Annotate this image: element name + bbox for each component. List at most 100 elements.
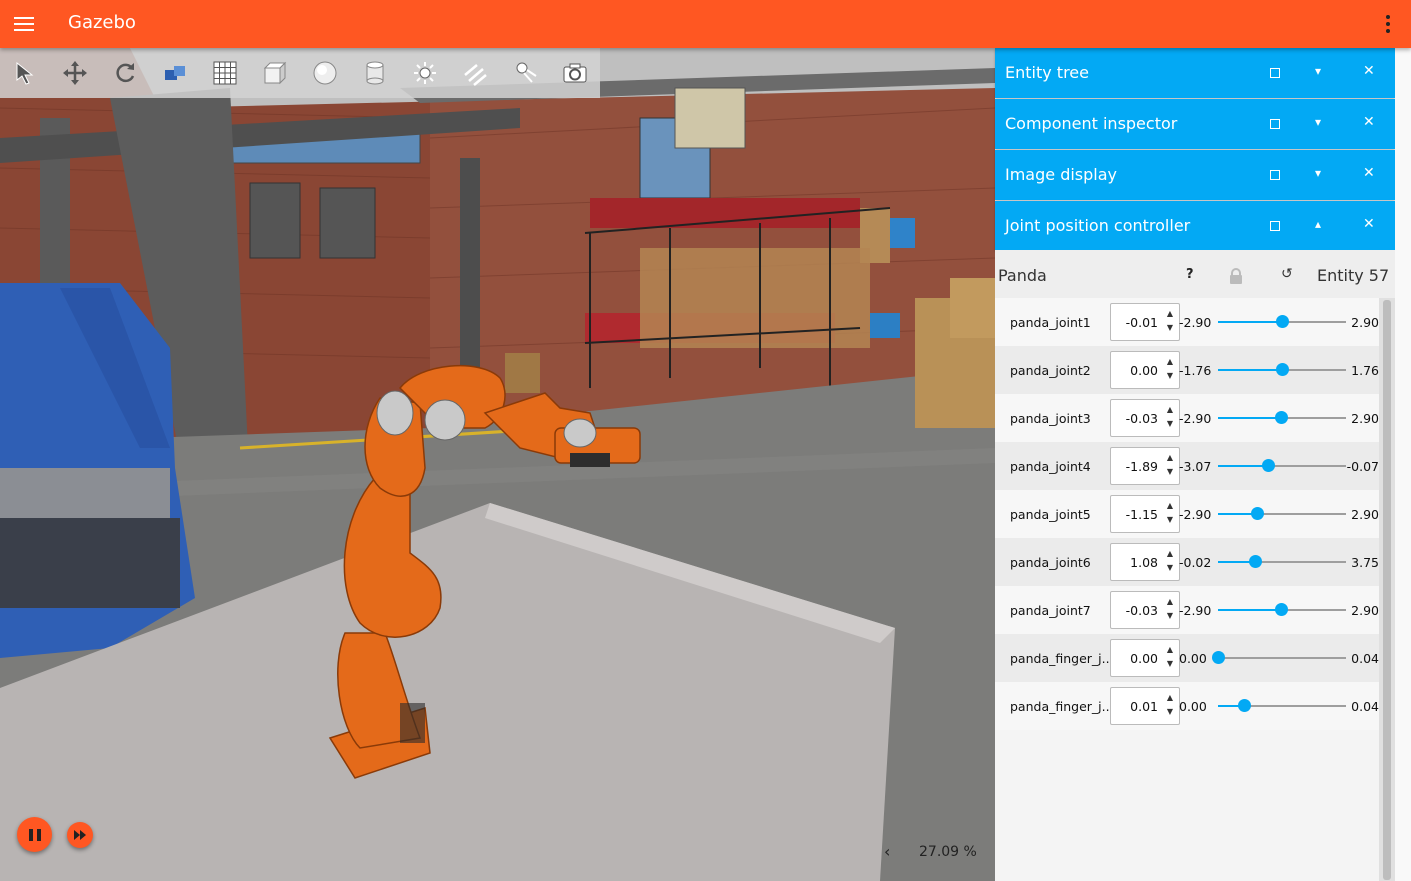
increment-icon[interactable]: ▲ (1167, 597, 1173, 606)
scrollbar-thumb[interactable] (1383, 300, 1391, 880)
sphere-tool-button[interactable] (300, 48, 350, 98)
joint-value-spinbox[interactable]: 0.01 ▲ ▼ (1110, 687, 1180, 725)
collapse-toggle-icon[interactable]: ▾ (1315, 115, 1321, 129)
rotate-icon (116, 63, 135, 83)
slider-handle[interactable] (1262, 459, 1276, 472)
maximize-icon[interactable] (1268, 66, 1282, 80)
select-tool-button[interactable] (0, 48, 50, 98)
maximize-icon[interactable] (1268, 168, 1282, 182)
joint-name: panda_joint1 (1010, 315, 1091, 330)
increment-icon[interactable]: ▲ (1167, 405, 1173, 414)
slider-handle[interactable] (1212, 651, 1225, 664)
joint-value-spinbox[interactable]: 1.08 ▲ ▼ (1110, 543, 1180, 581)
joint-row: panda_joint2 0.00 ▲ ▼ -1.76 1.76 (995, 346, 1379, 394)
decrement-icon[interactable]: ▼ (1167, 515, 1173, 524)
slider-handle[interactable] (1275, 315, 1289, 328)
collapse-toggle-icon[interactable]: ▾ (1315, 64, 1321, 78)
joint-value-spinbox[interactable]: -0.03 ▲ ▼ (1110, 591, 1180, 629)
grid-tool-button[interactable] (200, 48, 250, 98)
more-vert-icon[interactable] (1385, 14, 1391, 34)
joint-max: -0.07 (1346, 459, 1379, 474)
increment-icon[interactable]: ▲ (1167, 309, 1173, 318)
collapse-toggle-icon[interactable]: ▴ (1315, 217, 1321, 231)
slider-handle[interactable] (1275, 411, 1289, 424)
joint-value: 0.01 (1130, 699, 1158, 714)
joint-row: panda_joint4 -1.89 ▲ ▼ -3.07 -0.07 (995, 442, 1379, 490)
panel-bar[interactable]: Joint position controller ▴ ✕ (995, 201, 1395, 251)
joint-slider[interactable] (1218, 603, 1346, 616)
panel-bar[interactable]: Entity tree ▾ ✕ (995, 48, 1395, 98)
app-title: Gazebo (68, 12, 136, 33)
maximize-icon[interactable] (1268, 117, 1282, 131)
spot-light-tool-button[interactable] (500, 48, 550, 98)
joint-slider[interactable] (1218, 363, 1346, 376)
reset-icon[interactable]: ↺ (1281, 266, 1293, 282)
joint-slider[interactable] (1218, 459, 1346, 472)
step-button[interactable] (67, 822, 93, 848)
increment-icon[interactable]: ▲ (1167, 357, 1173, 366)
joint-value-spinbox[interactable]: 0.00 ▲ ▼ (1110, 639, 1180, 677)
joint-slider[interactable] (1218, 507, 1346, 520)
grid-icon (213, 61, 237, 85)
pause-button[interactable] (17, 817, 52, 852)
translate-tool-button[interactable] (50, 48, 100, 98)
joint-max: 0.04 (1351, 651, 1379, 666)
joint-slider[interactable] (1218, 699, 1346, 712)
collapse-toggle-icon[interactable]: ▾ (1315, 166, 1321, 180)
joint-name: panda_joint6 (1010, 555, 1091, 570)
joint-slider[interactable] (1212, 651, 1346, 664)
joint-value-spinbox[interactable]: -0.01 ▲ ▼ (1110, 303, 1180, 341)
increment-icon[interactable]: ▲ (1167, 453, 1173, 462)
decrement-icon[interactable]: ▼ (1167, 563, 1173, 572)
slider-handle[interactable] (1275, 603, 1289, 616)
increment-icon[interactable]: ▲ (1167, 693, 1173, 702)
decrement-icon[interactable]: ▼ (1167, 419, 1173, 428)
box-tool-button[interactable] (250, 48, 300, 98)
cylinder-tool-button[interactable] (350, 48, 400, 98)
close-icon[interactable]: ✕ (1363, 216, 1375, 232)
3d-scene-view[interactable] (0, 48, 995, 881)
slider-handle[interactable] (1276, 363, 1289, 376)
joint-value-spinbox[interactable]: -1.15 ▲ ▼ (1110, 495, 1180, 533)
increment-icon[interactable]: ▲ (1167, 645, 1173, 654)
close-icon[interactable]: ✕ (1363, 165, 1375, 181)
hamburger-icon[interactable] (14, 16, 34, 32)
decrement-icon[interactable]: ▼ (1167, 371, 1173, 380)
joint-value: -1.89 (1125, 459, 1158, 474)
joint-min: -2.90 (1179, 315, 1212, 330)
help-icon[interactable]: ? (1186, 267, 1194, 282)
transform-snap-tool-button[interactable] (150, 48, 200, 98)
decrement-icon[interactable]: ▼ (1167, 707, 1173, 716)
arrow-cursor-icon (16, 61, 34, 85)
slider-handle[interactable] (1250, 507, 1264, 520)
panel-bar[interactable]: Component inspector ▾ ✕ (995, 99, 1395, 149)
rtf-expand-chevron[interactable]: ‹ (884, 842, 890, 861)
point-light-tool-button[interactable] (400, 48, 450, 98)
slider-fill (1218, 369, 1282, 371)
joint-value-spinbox[interactable]: -1.89 ▲ ▼ (1110, 447, 1180, 485)
joint-value: -0.01 (1125, 315, 1158, 330)
joint-list-scrollbar[interactable] (1379, 298, 1395, 881)
panel-bar[interactable]: Image display ▾ ✕ (995, 150, 1395, 200)
screenshot-tool-button[interactable] (550, 48, 600, 98)
decrement-icon[interactable]: ▼ (1167, 611, 1173, 620)
increment-icon[interactable]: ▲ (1167, 549, 1173, 558)
close-icon[interactable]: ✕ (1363, 114, 1375, 130)
scene-toolbar (0, 48, 600, 98)
maximize-icon[interactable] (1268, 219, 1282, 233)
joint-value-spinbox[interactable]: 0.00 ▲ ▼ (1110, 351, 1180, 389)
rotate-tool-button[interactable] (100, 48, 150, 98)
slider-handle[interactable] (1237, 699, 1251, 712)
directional-light-tool-button[interactable] (450, 48, 500, 98)
joint-value-spinbox[interactable]: -0.03 ▲ ▼ (1110, 399, 1180, 437)
close-icon[interactable]: ✕ (1363, 63, 1375, 79)
slider-handle[interactable] (1249, 555, 1263, 568)
joint-slider[interactable] (1218, 555, 1346, 568)
decrement-icon[interactable]: ▼ (1167, 659, 1173, 668)
joint-slider[interactable] (1218, 411, 1346, 424)
decrement-icon[interactable]: ▼ (1167, 323, 1173, 332)
increment-icon[interactable]: ▲ (1167, 501, 1173, 510)
decrement-icon[interactable]: ▼ (1167, 467, 1173, 476)
joint-slider[interactable] (1218, 315, 1346, 328)
lock-icon[interactable] (1229, 268, 1243, 284)
